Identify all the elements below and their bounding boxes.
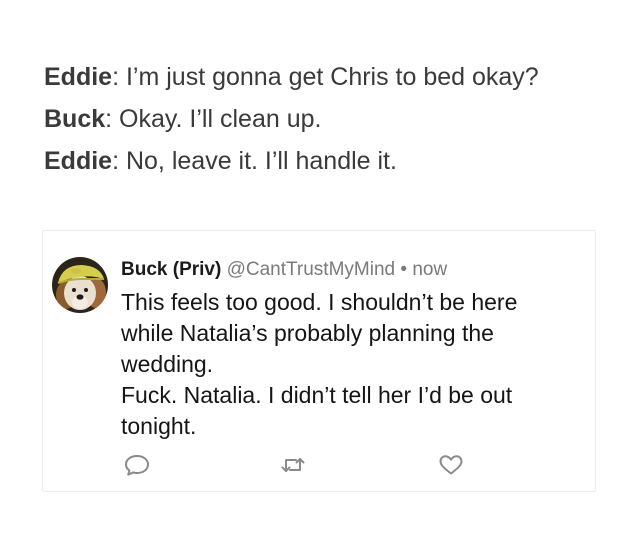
dialogue-text: I’m just gonna get Chris to bed okay? [119,63,539,91]
speaker-name: Eddie [44,63,113,91]
dialogue-line: Buck: Okay. I’ll clean up. [44,98,624,140]
reply-button[interactable] [123,453,151,477]
author-name[interactable]: Buck (Priv) [121,259,221,280]
tweet-actions [43,453,595,477]
tweet-text-line: Fuck. Natalia. I didn’t tell her I’d be … [121,382,513,408]
tweet-text: This feels too good. I shouldn’t be here… [121,287,581,442]
retweet-icon [281,458,305,472]
tweet-text-line: tonight. [121,413,197,439]
heart-icon [439,455,463,475]
separator-dot: • [400,259,408,280]
dialogue-text: No, leave it. I’ll handle it. [119,147,397,175]
author-handle[interactable]: @CantTrustMyMind [227,259,396,280]
dialogue-text: Okay. I’ll clean up. [112,105,322,133]
timestamp[interactable]: now [412,259,447,280]
reply-icon [125,455,149,476]
dialogue-block: Eddie: I’m just gonna get Chris to bed o… [44,56,624,182]
tweet-text-line: This feels too good. I shouldn’t be here [121,289,518,315]
dog-avatar[interactable] [52,257,108,313]
speaker-separator: : [112,63,120,91]
tweet-text-line: while Natalia’s probably planning the [121,320,494,346]
dialogue-line: Eddie: I’m just gonna get Chris to bed o… [44,56,624,98]
tweet-text-line: wedding. [121,351,214,377]
tweet-card[interactable]: Buck (Priv) @CantTrustMyMind • now This … [42,230,596,492]
retweet-button[interactable] [279,453,307,477]
speaker-separator: : [112,147,120,175]
like-button[interactable] [437,453,465,477]
speaker-name: Buck [44,105,106,133]
dialogue-line: Eddie: No, leave it. I’ll handle it. [44,140,624,182]
speaker-name: Eddie [44,147,113,175]
tweet-header: Buck (Priv) @CantTrustMyMind • now [121,257,447,283]
